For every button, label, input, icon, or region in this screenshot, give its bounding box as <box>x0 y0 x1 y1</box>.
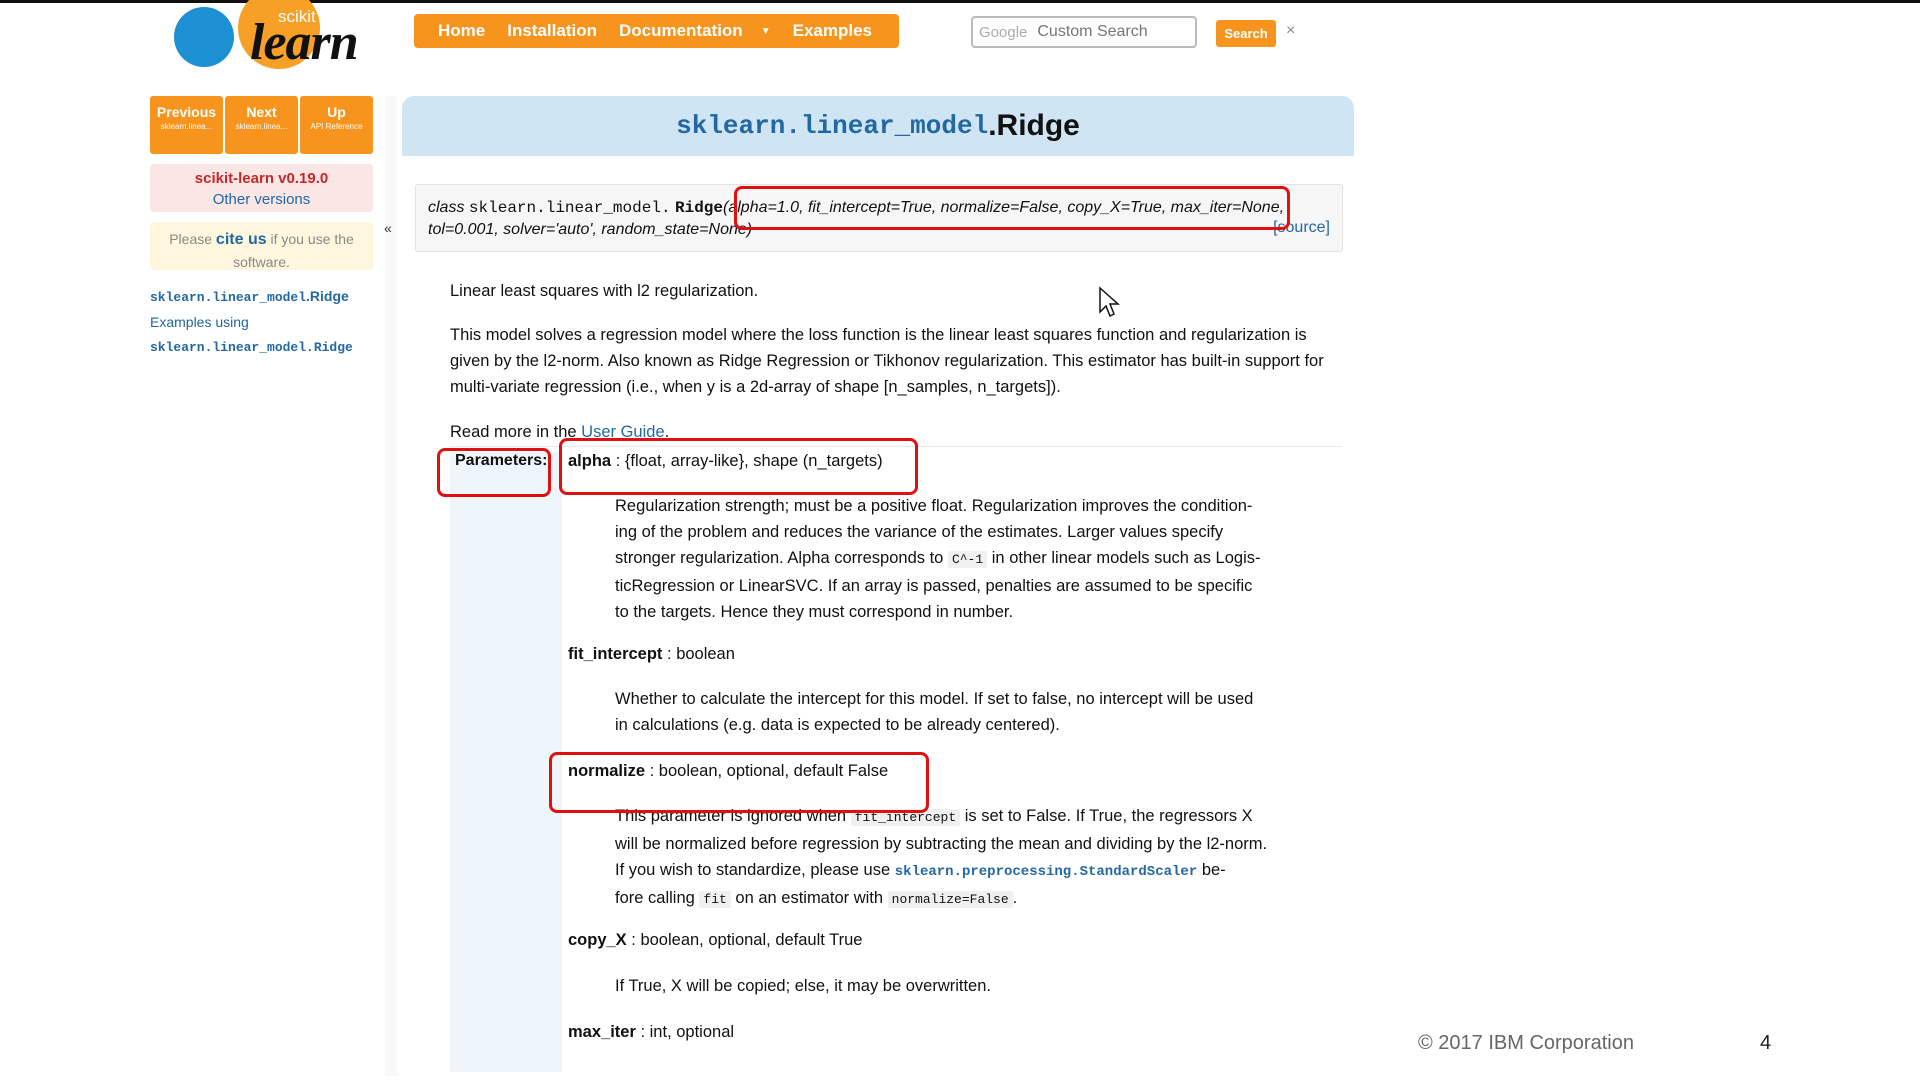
annotation-box-signature-args <box>734 186 1290 230</box>
desc-line: Regularization strength; must be a posit… <box>615 497 1253 515</box>
desc-text: stronger regularization. Alpha correspon… <box>615 549 944 567</box>
inline-code: fit <box>699 891 731 908</box>
up-button[interactable]: Up API Reference <box>300 96 373 154</box>
signature-class: Ridge <box>675 199 724 217</box>
next-button[interactable]: Next sklearn.linea... <box>225 96 298 154</box>
inline-code: normalize=False <box>887 891 1013 908</box>
cite-box: Please cite us if you use the software. <box>150 222 373 270</box>
annotation-box-parameters <box>437 448 551 497</box>
next-label: Next <box>246 104 277 120</box>
sidebar-divider <box>385 96 397 1076</box>
desc-line: fore calling fit on an estimator with no… <box>615 885 1295 913</box>
next-sub: sklearn.linea... <box>235 122 288 131</box>
desc-line: ticRegression or LinearSVC. If an array … <box>615 577 1253 595</box>
slide-number: 4 <box>1760 1032 1772 1054</box>
cite-us-link[interactable]: cite us <box>216 231 267 248</box>
search-input[interactable] <box>1037 23 1188 41</box>
read-more-pre: Read more in the <box>450 423 577 441</box>
param-fit-intercept: fit_intercept : boolean <box>568 645 735 664</box>
desc-text: is set to False. If True, the regressors… <box>964 807 1253 825</box>
toc-examples-link[interactable]: Examples using sklearn.linear_model.Ridg… <box>150 310 380 360</box>
version-label: scikit-learn v0.19.0 <box>194 170 329 187</box>
previous-label: Previous <box>156 104 217 120</box>
nav-home[interactable]: Home <box>438 21 485 41</box>
previous-button[interactable]: Previous sklearn.linea... <box>150 96 223 154</box>
version-box: scikit-learn v0.19.0 Other versions <box>150 164 373 212</box>
param-copy-x-name: copy_X <box>568 931 627 949</box>
title-class: .Ridge <box>988 109 1080 142</box>
top-navbar: Home Installation Documentation ▼ Exampl… <box>414 14 899 48</box>
sidebar-toc: sklearn.linear_model.Ridge Examples usin… <box>150 284 380 360</box>
caret-down-icon[interactable]: ▼ <box>761 26 771 37</box>
description-text: This model solves a regression model whe… <box>450 326 1324 396</box>
scikit-learn-logo[interactable]: scikit learn <box>174 0 364 71</box>
desc-line: ing of the problem and reduces the varia… <box>615 523 1224 541</box>
toc-class: .Ridge <box>306 288 349 304</box>
standard-scaler-link[interactable]: sklearn.preprocessing.StandardScaler <box>895 864 1197 880</box>
param-alpha-desc: Regularization strength; must be a posit… <box>615 493 1295 625</box>
desc-line: If True, X will be copied; else, it may … <box>615 977 991 995</box>
up-sub: API Reference <box>310 122 363 131</box>
param-fit-intercept-desc: Whether to calculate the intercept for t… <box>615 686 1295 738</box>
param-max-iter-name: max_iter <box>568 1023 636 1041</box>
desc-line: to the targets. Hence they must correspo… <box>615 603 1014 621</box>
search-box: Google <box>971 16 1197 48</box>
nav-examples[interactable]: Examples <box>793 21 872 41</box>
parameters-column <box>450 452 562 1072</box>
cite-pre: Please <box>169 231 213 247</box>
inline-code: C^-1 <box>947 551 988 568</box>
previous-sub: sklearn.linea... <box>160 122 213 131</box>
toc-examples-code: sklearn.linear_model.Ridge <box>150 340 353 355</box>
param-fit-intercept-name: fit_intercept <box>568 645 663 663</box>
param-normalize-desc: This parameter is ignored when fit_inter… <box>615 803 1295 913</box>
desc-text: . <box>1012 889 1018 907</box>
google-watermark: Google <box>979 23 1028 41</box>
related-links: Previous sklearn.linea... Next sklearn.l… <box>150 96 373 154</box>
desc-text: fore calling <box>615 889 695 907</box>
desc-line: will be normalized before regression by … <box>615 835 1268 853</box>
param-max-iter: max_iter : int, optional <box>568 1023 734 1042</box>
desc-text: in other linear models such as Logis- <box>991 549 1261 567</box>
collapse-sidebar-icon[interactable]: « <box>384 220 392 236</box>
desc-line: If you wish to standardize, please use s… <box>615 857 1295 885</box>
param-copy-x-type: : boolean, optional, default True <box>626 931 863 949</box>
desc-text: If you wish to standardize, please use <box>615 861 891 879</box>
other-versions-link[interactable]: Other versions <box>150 191 373 208</box>
toc-ridge-link[interactable]: sklearn.linear_model.Ridge <box>150 284 380 310</box>
logo-blue-circle <box>174 7 234 67</box>
page-title: sklearn.linear_model .Ridge <box>402 96 1354 156</box>
param-copy-x: copy_X : boolean, optional, default True <box>568 931 862 950</box>
copyright: © 2017 IBM Corporation <box>1418 1032 1634 1054</box>
param-copy-x-desc: If True, X will be copied; else, it may … <box>615 973 1295 999</box>
desc-text: on an estimator with <box>735 889 884 907</box>
desc-line: in calculations (e.g. data is expected t… <box>615 716 1060 734</box>
intro-text: Linear least squares with l2 regularizat… <box>450 282 759 300</box>
close-icon[interactable]: × <box>1286 22 1295 40</box>
title-module: sklearn.linear_model <box>676 111 989 141</box>
search-button[interactable]: Search <box>1216 20 1276 47</box>
signature-module: sklearn.linear_model. <box>468 199 671 217</box>
param-fit-intercept-type: : boolean <box>662 645 735 663</box>
annotation-box-normalize <box>549 752 929 813</box>
annotation-box-alpha <box>559 438 918 495</box>
mouse-cursor-icon <box>1099 286 1120 318</box>
desc-line: stronger regularization. Alpha correspon… <box>615 545 1295 573</box>
toc-examples-label: Examples using <box>150 314 249 330</box>
param-max-iter-type: : int, optional <box>635 1023 735 1041</box>
desc-text: be- <box>1201 861 1226 879</box>
signature-prefix: class <box>428 199 465 216</box>
desc-line: Whether to calculate the intercept for t… <box>615 690 1254 708</box>
nav-installation[interactable]: Installation <box>507 21 597 41</box>
nav-documentation[interactable]: Documentation <box>619 21 743 41</box>
up-label: Up <box>327 104 346 120</box>
logo-learn-text: learn <box>250 14 359 71</box>
toc-module: sklearn.linear_model <box>150 290 307 305</box>
